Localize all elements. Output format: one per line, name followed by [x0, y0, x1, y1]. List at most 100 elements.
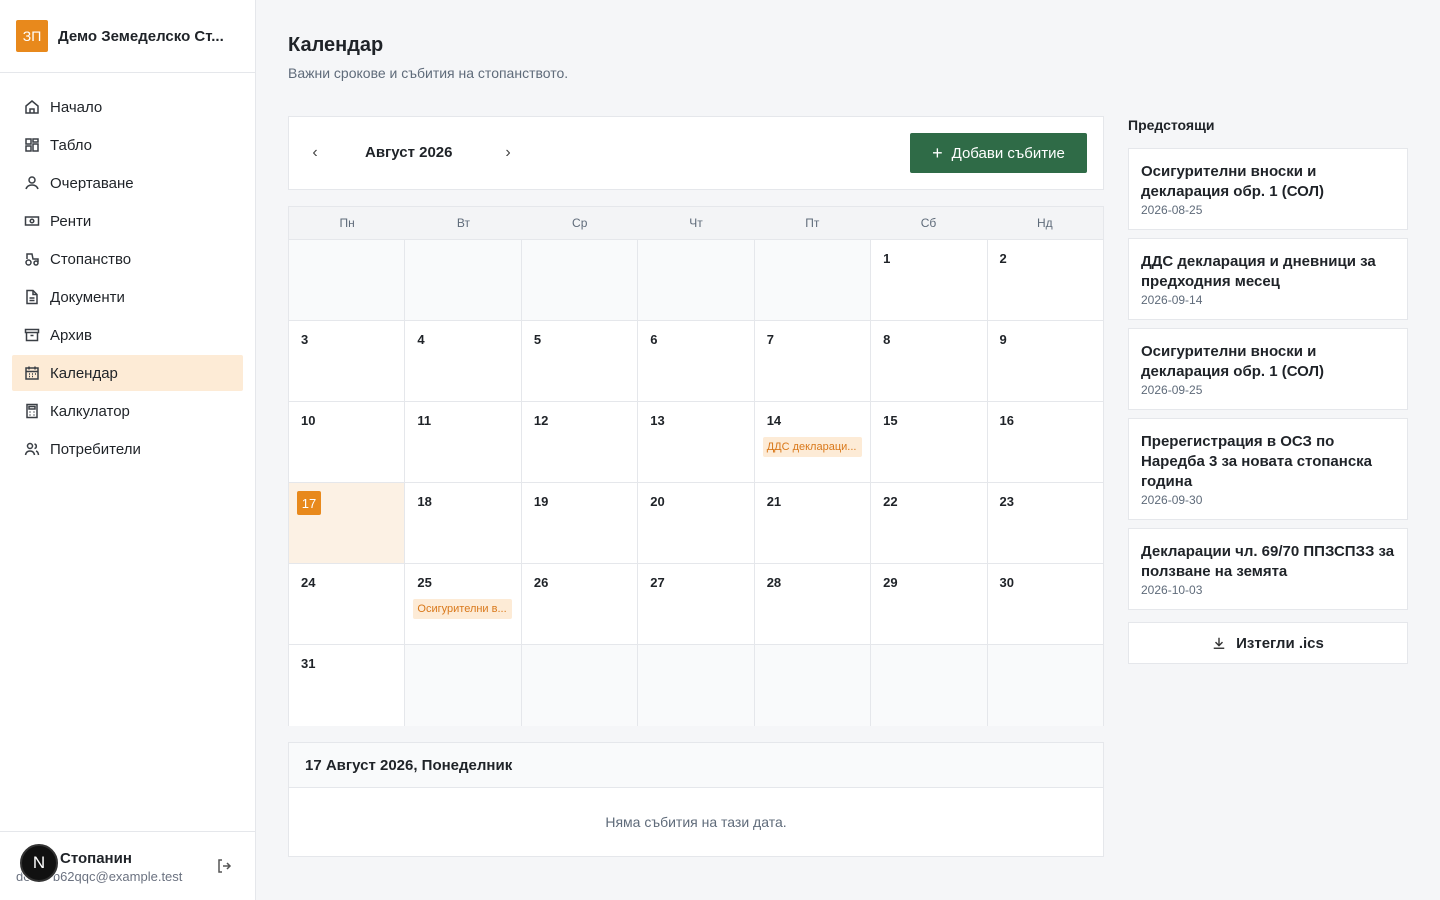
calendar-icon [24, 365, 40, 381]
event-chip[interactable]: Осигурителни в... [413, 599, 513, 619]
day-cell[interactable]: 2 [987, 240, 1103, 320]
calendar-toolbar: ‹ Август 2026 › + Добави събитие [288, 116, 1104, 190]
upcoming-event-date: 2026-10-03 [1141, 583, 1203, 597]
empty-day-cell [754, 645, 872, 726]
day-number: 11 [417, 413, 432, 428]
day-number: 16 [999, 413, 1014, 428]
day-cell[interactable]: 15 [871, 402, 988, 482]
upcoming-event-title: Осигурителни вноски и декларация обр. 1 … [1141, 343, 1324, 380]
day-cell[interactable]: 1 [871, 240, 988, 320]
weekday-label: Чт [689, 216, 703, 230]
day-number: 10 [301, 413, 316, 428]
upcoming-event-card[interactable]: ДДС декларация и дневници за предходния … [1128, 238, 1408, 320]
weekday-label: Сб [920, 216, 937, 230]
no-events-text: Няма събития на тази дата. [605, 814, 787, 830]
day-number: 23 [999, 494, 1014, 509]
day-cell[interactable]: 19 [521, 483, 639, 563]
day-cell[interactable]: 12 [521, 402, 639, 482]
weekday-label: Пт [805, 216, 820, 230]
day-cell-today[interactable]: 17 [289, 483, 406, 563]
day-cell[interactable]: 30 [987, 564, 1103, 644]
logout-icon[interactable] [216, 858, 234, 876]
upcoming-title: Предстоящи [1128, 117, 1215, 133]
sidebar-item-label: Начало [50, 98, 103, 116]
upcoming-event-title: Декларации чл. 69/70 ППЗСПЗЗ за ползване… [1141, 543, 1395, 580]
day-cell[interactable]: 21 [754, 483, 872, 563]
day-cell[interactable]: 11 [405, 402, 522, 482]
day-number: 15 [883, 413, 898, 428]
empty-day-cell [638, 240, 755, 320]
day-number: 29 [883, 575, 898, 590]
brand[interactable]: ЗП Демо Земеделско Ст... [0, 0, 255, 73]
day-number: 22 [883, 494, 898, 509]
day-cell[interactable]: 3 [289, 321, 406, 401]
sidebar-item-8[interactable]: Калкулатор [12, 393, 243, 429]
add-event-button[interactable]: + Добави събитие [910, 133, 1087, 173]
day-cell[interactable]: 18 [405, 483, 522, 563]
sidebar-item-5[interactable]: Документи [12, 279, 243, 315]
prev-month-button[interactable]: ‹ [303, 141, 327, 165]
sidebar-item-3[interactable]: Ренти [12, 203, 243, 239]
selected-day-panel: 17 Август 2026, Понеделник Няма събития … [288, 742, 1104, 857]
day-cell[interactable]: 20 [638, 483, 755, 563]
day-cell[interactable]: 22 [871, 483, 988, 563]
sidebar-item-1[interactable]: Табло [12, 127, 243, 163]
event-chip[interactable]: ДДС деклараци... [762, 437, 862, 457]
day-number: 28 [766, 575, 782, 590]
day-number: 5 [533, 332, 542, 347]
day-cell[interactable]: 5 [521, 321, 639, 401]
sidebar-item-label: Архив [50, 326, 93, 344]
sidebar-item-7[interactable]: Календар [12, 355, 243, 391]
sidebar-item-6[interactable]: Архив [12, 317, 243, 353]
day-cell[interactable]: 4 [405, 321, 522, 401]
sidebar-item-2[interactable]: Очертаване [12, 165, 243, 201]
sidebar-item-4[interactable]: Стопанство [12, 241, 243, 277]
tractor-icon [24, 251, 40, 267]
day-cell[interactable]: 9 [987, 321, 1103, 401]
day-cell[interactable]: 10 [289, 402, 406, 482]
day-cell[interactable]: 13 [638, 402, 755, 482]
sidebar-nav: Начало Табло Очертаване Ренти Стопанство Доку… [0, 73, 255, 467]
upcoming-event-card[interactable]: Осигурителни вноски и декларация обр. 1 … [1128, 328, 1408, 410]
day-cell[interactable]: 8 [871, 321, 988, 401]
empty-day-cell [405, 645, 522, 726]
day-cell[interactable]: 28 [754, 564, 872, 644]
weekday-label: Пн [339, 216, 355, 230]
day-cell[interactable]: 16 [987, 402, 1103, 482]
sidebar-item-label: Ренти [50, 212, 92, 230]
calendar-week: 31 [289, 645, 1103, 726]
day-cell[interactable]: 23 [987, 483, 1103, 563]
user-name: Стопанин [60, 850, 132, 867]
day-cell[interactable]: 14 ДДС деклараци... [754, 402, 872, 482]
avatar[interactable]: N [20, 844, 58, 882]
day-number: 30 [999, 575, 1014, 590]
day-number: 21 [766, 494, 782, 509]
day-number: 8 [883, 332, 891, 347]
upcoming-event-card[interactable]: Пререгистрация в ОСЗ по Наредба 3 за нов… [1128, 418, 1408, 520]
day-number: 2 [999, 251, 1007, 266]
day-cell[interactable]: 29 [871, 564, 988, 644]
upcoming-event-date: 2026-08-25 [1141, 203, 1203, 217]
day-cell[interactable]: 27 [638, 564, 755, 644]
day-cell[interactable]: 7 [754, 321, 872, 401]
archive-icon [24, 327, 40, 343]
sidebar-item-0[interactable]: Начало [12, 89, 243, 125]
calculator-icon [24, 403, 40, 419]
next-month-button[interactable]: › [496, 141, 520, 165]
export-ics-button[interactable]: Изтегли .ics [1128, 622, 1408, 664]
dashboard-icon [24, 137, 40, 153]
empty-day-cell [289, 240, 406, 320]
sidebar-item-9[interactable]: Потребители [12, 431, 243, 467]
calendar-week: 12 [289, 240, 1103, 321]
upcoming-event-card[interactable]: Декларации чл. 69/70 ППЗСПЗЗ за ползване… [1128, 528, 1408, 610]
page-title: Календар [288, 34, 384, 56]
calendar-week: 3 4 5 6 7 8 9 [289, 321, 1103, 402]
empty-day-cell [987, 645, 1103, 726]
day-cell[interactable]: 26 [521, 564, 639, 644]
day-cell[interactable]: 31 [289, 645, 406, 726]
upcoming-event-card[interactable]: Осигурителни вноски и декларация обр. 1 … [1128, 148, 1408, 230]
day-cell[interactable]: 6 [638, 321, 755, 401]
day-cell[interactable]: 25 Осигурителни в... [405, 564, 522, 644]
day-cell[interactable]: 24 [289, 564, 406, 644]
sidebar-item-label: Табло [50, 136, 93, 154]
